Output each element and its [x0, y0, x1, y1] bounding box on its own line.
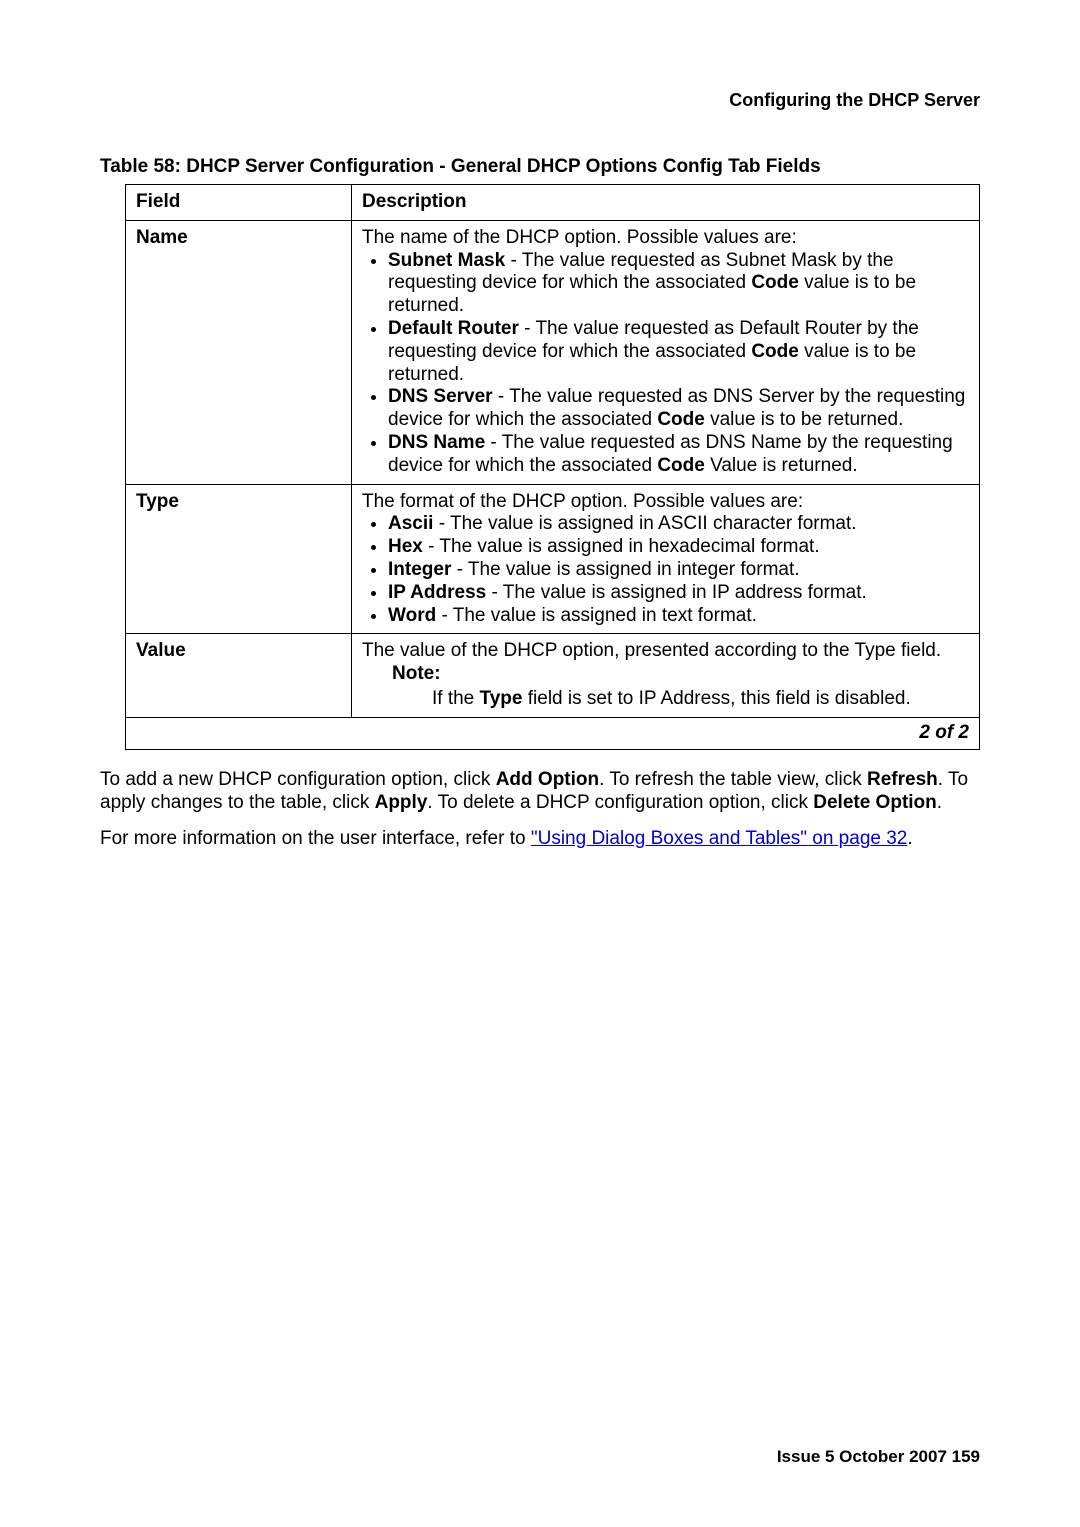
table-caption: Table 58: DHCP Server Configuration - Ge… — [100, 156, 980, 178]
item-code: Code — [751, 341, 799, 362]
desc-list: Ascii - The value is assigned in ASCII c… — [362, 513, 969, 627]
table-row: Name The name of the DHCP option. Possib… — [126, 220, 980, 484]
item-code: Code — [657, 409, 705, 430]
list-item: IP Address - The value is assigned in IP… — [388, 582, 969, 605]
text: To add a new DHCP configuration option, … — [100, 769, 496, 790]
list-item: Subnet Mask - The value requested as Sub… — [388, 250, 969, 318]
desc-intro: The format of the DHCP option. Possible … — [362, 491, 969, 514]
item-code: Code — [657, 455, 705, 476]
note-post: field is set to IP Address, this field i… — [522, 688, 910, 709]
field-desc-value: The value of the DHCP option, presented … — [352, 634, 980, 717]
item-text: - The value is assigned in IP address fo… — [486, 582, 867, 603]
strong: Apply — [375, 792, 428, 813]
item-code: Code — [751, 272, 799, 293]
field-type: Type — [126, 484, 352, 634]
paragraph: To add a new DHCP configuration option, … — [100, 768, 980, 816]
table-row: Type The format of the DHCP option. Poss… — [126, 484, 980, 634]
item-strong: Word — [388, 605, 436, 626]
text: For more information on the user interfa… — [100, 828, 531, 849]
desc-intro: The value of the DHCP option, presented … — [362, 640, 969, 663]
item-tail: Value is returned. — [705, 455, 858, 476]
note-block: Note: If the Type field is set to IP Add… — [392, 663, 969, 711]
desc-intro: The name of the DHCP option. Possible va… — [362, 227, 969, 250]
note-body: If the Type field is set to IP Address, … — [432, 688, 969, 711]
item-text: - The value is assigned in integer forma… — [451, 559, 799, 580]
note-strong: Type — [480, 688, 523, 709]
text: . — [937, 792, 942, 813]
field-value: Value — [126, 634, 352, 717]
list-item: Ascii - The value is assigned in ASCII c… — [388, 513, 969, 536]
list-item: Integer - The value is assigned in integ… — [388, 559, 969, 582]
item-strong: Ascii — [388, 513, 433, 534]
text: . To refresh the table view, click — [599, 769, 867, 790]
note-label: Note: — [392, 663, 969, 686]
strong: Refresh — [867, 769, 938, 790]
item-strong: Integer — [388, 559, 451, 580]
text: . To delete a DHCP configuration option,… — [427, 792, 813, 813]
section-header: Configuring the DHCP Server — [100, 90, 980, 111]
item-strong: IP Address — [388, 582, 486, 603]
desc-list: Subnet Mask - The value requested as Sub… — [362, 250, 969, 478]
table-pager: 2 of 2 — [126, 717, 980, 749]
item-strong: Hex — [388, 536, 423, 557]
list-item: Word - The value is assigned in text for… — [388, 605, 969, 628]
field-desc-name: The name of the DHCP option. Possible va… — [352, 220, 980, 484]
text: . — [907, 828, 912, 849]
item-tail: value is to be returned. — [705, 409, 904, 430]
item-strong: Default Router — [388, 318, 519, 339]
list-item: Default Router - The value requested as … — [388, 318, 969, 386]
field-desc-type: The format of the DHCP option. Possible … — [352, 484, 980, 634]
col-head-field: Field — [126, 185, 352, 221]
body-text: To add a new DHCP configuration option, … — [100, 768, 980, 851]
strong: Add Option — [496, 769, 599, 790]
field-name: Name — [126, 220, 352, 484]
item-strong: DNS Name — [388, 432, 485, 453]
list-item: DNS Name - The value requested as DNS Na… — [388, 432, 969, 478]
cross-reference-link[interactable]: "Using Dialog Boxes and Tables" on page … — [531, 828, 908, 849]
note-pre: If the — [432, 688, 480, 709]
list-item: Hex - The value is assigned in hexadecim… — [388, 536, 969, 559]
config-table: Field Description Name The name of the D… — [125, 184, 980, 750]
table-head-row: Field Description — [126, 185, 980, 221]
item-text: - The value is assigned in ASCII charact… — [433, 513, 856, 534]
strong: Delete Option — [813, 792, 937, 813]
list-item: DNS Server - The value requested as DNS … — [388, 386, 969, 432]
page: Configuring the DHCP Server Table 58: DH… — [0, 0, 1080, 1527]
item-strong: Subnet Mask — [388, 250, 505, 271]
paragraph: For more information on the user interfa… — [100, 827, 980, 851]
item-text: - The value is assigned in text format. — [436, 605, 757, 626]
col-head-description: Description — [352, 185, 980, 221]
table-row: Value The value of the DHCP option, pres… — [126, 634, 980, 717]
item-strong: DNS Server — [388, 386, 493, 407]
page-footer: Issue 5 October 2007 159 — [777, 1447, 980, 1467]
item-text: - The value is assigned in hexadecimal f… — [423, 536, 820, 557]
table-pager-row: 2 of 2 — [126, 717, 980, 749]
